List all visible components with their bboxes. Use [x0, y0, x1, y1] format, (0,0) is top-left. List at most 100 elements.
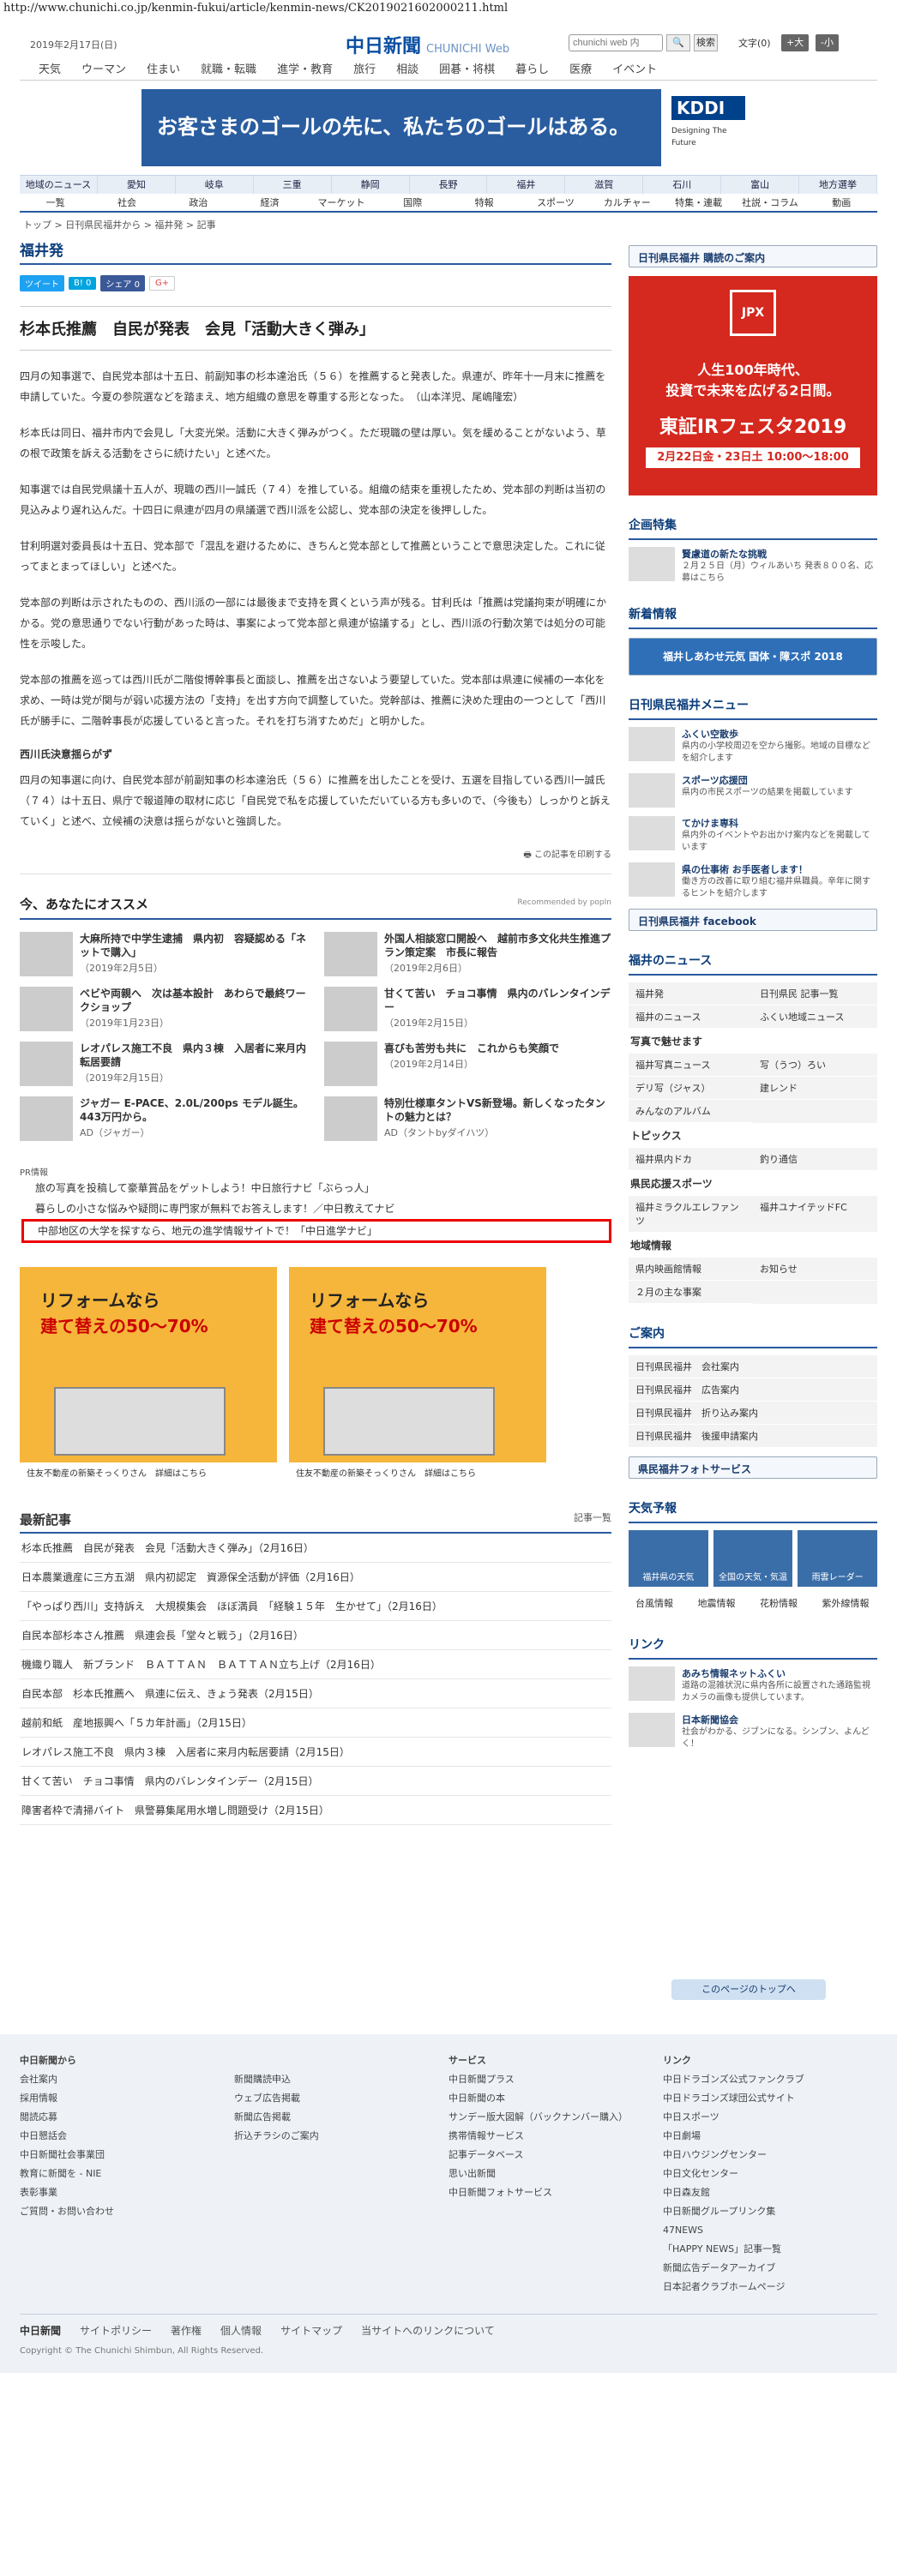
weather-link[interactable]: 台風情報 — [629, 1592, 691, 1615]
latest-item[interactable]: レオパレス施工不良 県内３棟 入居者に来月内転居要請（2月15日） — [20, 1738, 611, 1767]
footer-link[interactable]: 記事データベース — [448, 2146, 663, 2165]
weather-tile[interactable]: 全国の天気・気温 — [713, 1530, 793, 1587]
genre-tab[interactable]: 国際 — [377, 194, 448, 211]
region-tab[interactable]: 地域のニュース — [20, 176, 98, 194]
footer-link[interactable]: 中日文化センター — [663, 2165, 877, 2183]
footer-bottom-link[interactable]: 著作権 — [171, 2323, 202, 2338]
cat-link[interactable]: 天気 — [28, 57, 71, 80]
sports-link[interactable]: 福井ミラクルエレファンツ — [629, 1196, 753, 1233]
footer-link[interactable]: 携帯情報サービス — [448, 2127, 663, 2146]
footer-link[interactable]: 中日森友館 — [663, 2183, 877, 2202]
region-link[interactable]: 県内映画館情報 — [629, 1258, 753, 1281]
latest-item[interactable]: 杉本氏推薦 自民が発表 会見「活動大きく弾み」（2月16日） — [20, 1534, 611, 1563]
region-tab[interactable]: 愛知 — [98, 176, 176, 194]
genre-tab[interactable]: 動画 — [806, 194, 877, 211]
latest-item[interactable]: 越前和紙 産地振興へ「５カ年計画」（2月15日） — [20, 1708, 611, 1738]
weather-tile[interactable]: 雨雲レーダー — [798, 1530, 878, 1587]
footer-link[interactable]: 会社案内 — [20, 2070, 234, 2089]
reco-item[interactable]: 外国人相談窓口開設へ 越前市多文化共生推進プラン策定案 市長に報告 （2019年2… — [324, 932, 611, 976]
latest-item[interactable]: 障害者枠で清掃バイト 県警募集尾用水増し問題受け（2月15日） — [20, 1796, 611, 1825]
footer-logo[interactable]: 中日新聞 — [20, 2323, 61, 2338]
reform-ad[interactable]: リフォームなら 建て替えの50〜70% 住友不動産の新築そっくりさん 詳細はこちら — [20, 1267, 277, 1481]
footer-link[interactable]: 中日新聞グループリンク集 — [663, 2202, 877, 2221]
footer-link[interactable]: 中日新聞プラス — [448, 2070, 663, 2089]
genre-tab[interactable]: 特報 — [448, 194, 520, 211]
footer-link[interactable]: 教育に新聞を - NIE — [20, 2165, 234, 2183]
footer-link[interactable]: 中日ドラゴンズ球団公式サイト — [663, 2089, 877, 2108]
weather-tile[interactable]: 福井県の天気 — [629, 1530, 708, 1587]
region-tab[interactable]: 石川 — [643, 176, 722, 194]
footer-link[interactable]: ウェブ広告掲載 — [234, 2089, 448, 2108]
topics-link[interactable]: 福井県内ドカ — [629, 1148, 753, 1171]
genre-tab[interactable]: 政治 — [163, 194, 234, 211]
cat-link[interactable]: 医療 — [559, 57, 602, 80]
region-tab[interactable]: 富山 — [721, 176, 800, 194]
latest-item[interactable]: 自民本部 杉本氏推薦へ 県連に伝え、きょう発表（2月15日） — [20, 1679, 611, 1708]
footer-link[interactable]: 中日ドラゴンズ公式ファンクラブ — [663, 2070, 877, 2089]
footer-link[interactable]: 新聞広告掲載 — [234, 2108, 448, 2127]
footer-link[interactable]: 新聞広告データアーカイブ — [663, 2259, 877, 2278]
search-input[interactable] — [569, 34, 663, 51]
guide-link[interactable]: 日刊県民福井 会社案内 — [629, 1355, 877, 1378]
latest-item[interactable]: 「やっぱり西川」支持訴え 大規模集会 ほぼ満員 「経験１５年 生かせて」（2月1… — [20, 1592, 611, 1621]
cat-link[interactable]: 囲碁・将棋 — [429, 57, 505, 80]
cat-link[interactable]: 住まい — [136, 57, 190, 80]
ir-festa-ad[interactable]: JPX 人生100年時代、 投資で未来を広げる2日間。 東証IRフェスタ2019… — [629, 276, 877, 495]
photo-link[interactable]: 写（うつ）ろい — [753, 1054, 877, 1077]
footer-link[interactable]: サンデー版大図解（バックナンバー購入） — [448, 2108, 663, 2127]
reco-item[interactable]: 大麻所持で中学生逮捕 県内初 容疑認める「ネットで購入」 （2019年2月5日） — [20, 932, 307, 976]
font-up-button[interactable]: +大 — [781, 34, 810, 51]
cat-link[interactable]: 旅行 — [343, 57, 386, 80]
kokutai-banner[interactable]: 福井しあわせ元気 国体・障スポ 2018 — [629, 638, 877, 676]
subscribe-banner[interactable]: 日刊県民福井 購読のご案内 — [629, 245, 877, 267]
latest-item[interactable]: 甘くて苦い チョコ事情 県内のバレンタインデー（2月15日） — [20, 1767, 611, 1796]
footer-bottom-link[interactable]: 個人情報 — [220, 2323, 262, 2338]
font-down-button[interactable]: -小 — [816, 34, 839, 51]
guide-link[interactable]: 日刊県民福井 後援申請案内 — [629, 1425, 877, 1448]
footer-link[interactable]: 中日劇場 — [663, 2127, 877, 2146]
photo-link[interactable]: 福井写真ニュース — [629, 1054, 753, 1077]
print-link[interactable]: 🖶 この記事を印刷する — [20, 847, 611, 874]
region-tab[interactable]: 福井 — [487, 176, 566, 194]
reform-ad[interactable]: リフォームなら 建て替えの50〜70% 住友不動産の新築そっくりさん 詳細はこちら — [289, 1267, 546, 1481]
footer-link[interactable]: 日本記者クラブホームページ — [663, 2278, 877, 2297]
menu-item[interactable]: 県の仕事術 お手医者します！ 働き方の改善に取り組む福井県職員。辛年に関するヒント… — [629, 862, 877, 900]
weather-link[interactable]: 地震情報 — [690, 1592, 753, 1615]
cat-link[interactable]: ウーマン — [71, 57, 136, 80]
kddi-banner-ad[interactable]: お客さまのゴールの先に、私たちのゴールはある。 KDDI Designing Th… — [141, 89, 756, 166]
footer-link[interactable]: 中日スポーツ — [663, 2108, 877, 2127]
back-to-top-button[interactable]: このページのトップへ — [671, 1979, 826, 2000]
cat-link[interactable]: イベント — [602, 57, 667, 80]
footer-link[interactable]: ご質問・お問い合わせ — [20, 2202, 234, 2221]
news-link[interactable]: 日刊県民 記事一覧 — [753, 982, 877, 1006]
footer-link[interactable]: 閲読応募 — [20, 2108, 234, 2127]
footer-link[interactable]: 新聞購読申込 — [234, 2070, 448, 2089]
reco-item[interactable]: 甘くて苦い チョコ事情 県内のバレンタインデー （2019年2月15日） — [324, 987, 611, 1031]
latest-more-link[interactable]: 記事一覧 — [574, 1510, 611, 1528]
footer-bottom-link[interactable]: サイトマップ — [280, 2323, 342, 2338]
region-link[interactable]: お知らせ — [753, 1258, 877, 1281]
sports-link[interactable]: 福井ユナイテッドFC — [753, 1196, 877, 1233]
reco-item[interactable]: ベビや両親へ 次は基本設計 あわらで最終ワークショップ （2019年1月23日） — [20, 987, 307, 1031]
footer-bottom-link[interactable]: サイトポリシー — [80, 2323, 152, 2338]
news-link[interactable]: ふくい地域ニュース — [753, 1006, 877, 1029]
cat-link[interactable]: 相談 — [386, 57, 429, 80]
genre-tab[interactable]: 経済 — [234, 194, 305, 211]
search-button[interactable]: 🔍 — [666, 34, 690, 51]
pr-link[interactable]: 暮らしの小さな悩みや疑問に専門家が無料でお答えします！／中日教えてナビ — [20, 1198, 611, 1219]
pr-link-highlighted[interactable]: 中部地区の大学を探すなら、地元の進学情報サイトで！「中日進学ナビ」 — [21, 1219, 611, 1243]
link-item[interactable]: 日本新聞協会 社会がわかる、ジブンになる。シンブン、よんどく！ — [629, 1713, 877, 1750]
footer-link[interactable]: 折込チラシのご案内 — [234, 2127, 448, 2146]
site-logo[interactable]: 中日新聞 CHUNICHI Web — [346, 31, 509, 58]
footer-link[interactable]: 47NEWS — [663, 2221, 877, 2240]
reco-item[interactable]: 特別仕様車タントVS新登場。新しくなったタントの魅力とは？ AD（タントbyダイハ… — [324, 1096, 611, 1141]
footer-link[interactable]: 中日懇話会 — [20, 2127, 234, 2146]
cat-link[interactable]: 暮らし — [505, 57, 559, 80]
photo-service-banner[interactable]: 県民福井フォトサービス — [629, 1456, 877, 1479]
genre-tab[interactable]: 社会 — [91, 194, 162, 211]
region-tab[interactable]: 地方選挙 — [799, 176, 877, 194]
guide-link[interactable]: 日刊県民福井 折り込み案内 — [629, 1402, 877, 1425]
latest-item[interactable]: 機織り職人 新ブランド ＢＡＴＴＡＮ ＢＡＴＴＡＮ立ち上げ（2月16日） — [20, 1650, 611, 1679]
footer-link[interactable]: 中日新聞社会事業団 — [20, 2146, 234, 2165]
genre-tab[interactable]: カルチャー — [592, 194, 663, 211]
